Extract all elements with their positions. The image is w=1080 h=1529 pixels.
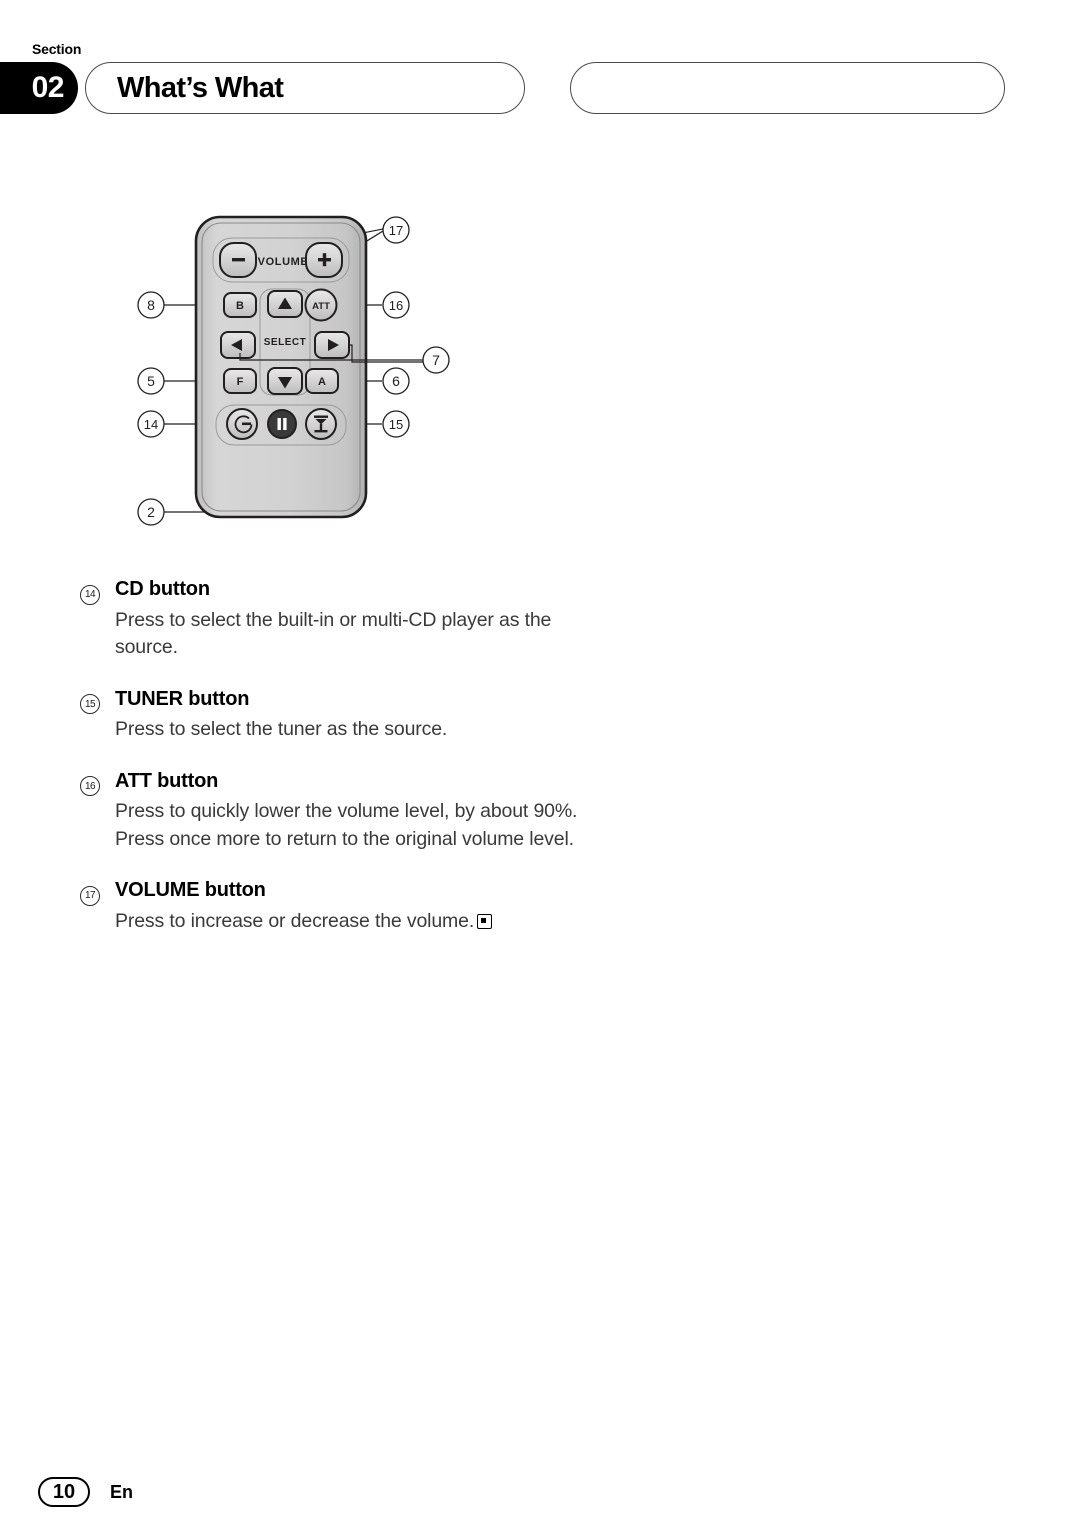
entry-title: TUNER button bbox=[115, 687, 250, 710]
svg-text:F: F bbox=[237, 376, 244, 388]
att-button: ATT bbox=[304, 288, 338, 322]
callout-6: 6 bbox=[382, 367, 410, 395]
callout-16: 16 bbox=[382, 291, 410, 319]
entry-body: Press to select the built-in or multi-CD… bbox=[115, 608, 552, 659]
header-pill-right-empty bbox=[570, 62, 1005, 114]
svg-text:A: A bbox=[318, 376, 326, 388]
callout-8: 8 bbox=[137, 291, 165, 319]
entry-header: 15 TUNER button bbox=[80, 687, 600, 714]
page-header: Section 02 What’s What bbox=[0, 36, 1080, 116]
row-b-up-att: B ATT bbox=[223, 288, 338, 322]
callout-17: 17 bbox=[382, 216, 410, 244]
volume-minus-button bbox=[219, 242, 257, 278]
callout-7: 7 bbox=[422, 346, 450, 374]
select-left-button bbox=[220, 331, 256, 359]
callout-14-label: 14 bbox=[144, 417, 158, 432]
entry-body: Press to select the tuner as the source. bbox=[115, 718, 448, 740]
callout-15: 15 bbox=[382, 410, 410, 438]
page-footer: 10 En bbox=[38, 1477, 133, 1507]
entry-header: 14 CD button bbox=[80, 578, 600, 605]
section-number-badge: 02 bbox=[0, 62, 78, 114]
entry-title: CD button bbox=[115, 578, 210, 600]
b-button: B bbox=[223, 292, 257, 318]
callout-2: 2 bbox=[137, 498, 165, 526]
row-f-down-a: F A bbox=[223, 367, 339, 395]
entry-title: ATT button bbox=[115, 769, 219, 792]
select-label: SELECT bbox=[264, 337, 306, 348]
cd-source-button bbox=[226, 408, 258, 440]
entry-header: 17 VOLUME button bbox=[80, 879, 600, 906]
entry-header: 16 ATT button bbox=[80, 769, 600, 796]
callout-15-label: 15 bbox=[389, 417, 403, 432]
f-button: F bbox=[223, 368, 257, 394]
select-down-button bbox=[267, 367, 303, 395]
entry-att-button: 16 ATT button Press to quickly lower the… bbox=[80, 770, 600, 854]
callout-5-label: 5 bbox=[147, 373, 155, 389]
tuner-button bbox=[305, 408, 337, 440]
entry-body-text: Press to increase or decrease the volume… bbox=[115, 909, 475, 932]
entry-body: Press to quickly lower the volume level,… bbox=[115, 800, 578, 850]
page-title-pill: What’s What bbox=[85, 62, 525, 114]
entry-volume-button: 17 VOLUME button Press to increase or de… bbox=[80, 879, 600, 935]
end-of-section-marker-icon bbox=[477, 913, 493, 929]
att-label: ATT bbox=[312, 301, 330, 312]
entry-number: 15 bbox=[80, 694, 100, 714]
section-label: Section bbox=[32, 41, 82, 57]
language-code: En bbox=[110, 1481, 134, 1502]
page-number: 10 bbox=[38, 1477, 90, 1507]
entry-number: 16 bbox=[80, 776, 100, 796]
volume-label: VOLUME bbox=[258, 256, 309, 268]
callout-16-label: 16 bbox=[389, 298, 403, 313]
page-title: What’s What bbox=[117, 71, 284, 104]
select-right-button bbox=[314, 331, 350, 359]
callout-8-label: 8 bbox=[147, 297, 155, 313]
callout-5: 5 bbox=[137, 367, 165, 395]
entry-tuner-button: 15 TUNER button Press to select the tune… bbox=[80, 688, 600, 744]
select-up-button bbox=[267, 290, 303, 318]
entry-body: Press to increase or decrease the volume… bbox=[115, 908, 600, 936]
a-button: A bbox=[305, 368, 339, 394]
callout-7-label: 7 bbox=[432, 352, 440, 368]
entry-number: 14 bbox=[80, 584, 100, 605]
pause-button bbox=[267, 409, 297, 439]
entry-title: VOLUME button bbox=[115, 879, 266, 901]
svg-text:B: B bbox=[236, 300, 244, 312]
callout-14: 14 bbox=[137, 410, 165, 438]
callout-6-label: 6 bbox=[392, 373, 400, 389]
entry-cd-button: 14 CD button Press to select the built-i… bbox=[80, 578, 600, 662]
remote-control-diagram: VOLUME SELECT B ATT F A 17 16 7 6 15 8 5… bbox=[120, 205, 520, 550]
callout-17-label: 17 bbox=[389, 223, 403, 238]
volume-plus-button bbox=[305, 242, 343, 278]
entry-number: 17 bbox=[80, 885, 100, 906]
button-descriptions-list: 14 CD button Press to select the built-i… bbox=[80, 578, 600, 935]
callout-2-label: 2 bbox=[147, 504, 155, 520]
